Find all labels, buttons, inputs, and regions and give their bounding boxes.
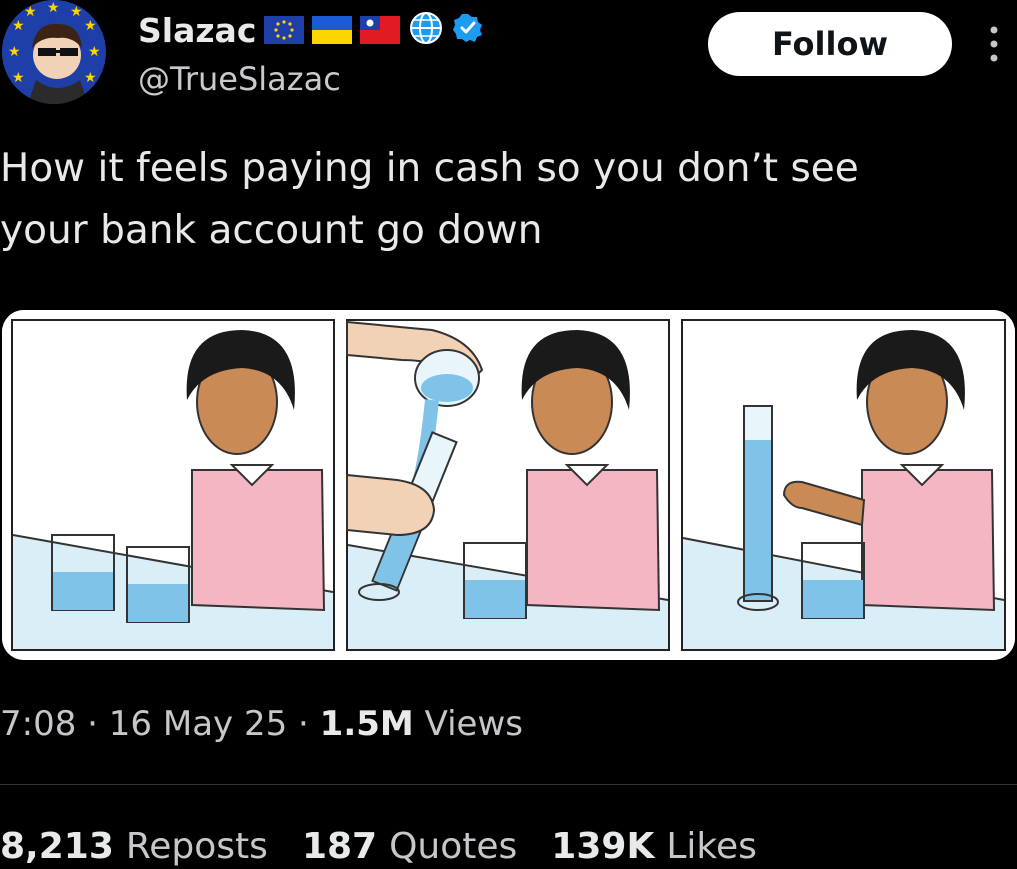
tweet-text: How it feels paying in cash so you don’t… — [0, 146, 859, 253]
quotes-stat[interactable]: 187 Quotes — [302, 826, 517, 867]
ukraine-flag-icon — [312, 16, 353, 44]
tweet-meta: 7:08 · 16 May 25 · 1.5M Views — [0, 704, 523, 744]
avatar-image: ★★ ★ ★★★ ★★ ★ — [2, 0, 106, 104]
engagement-stats: 8,213 Reposts 187 Quotes 139K Likes — [0, 826, 757, 867]
follow-button[interactable]: Follow — [708, 12, 952, 76]
author-name-row: Slazac — [138, 10, 484, 50]
svg-text:★: ★ — [12, 70, 25, 86]
svg-text:★: ★ — [84, 18, 97, 34]
views-count: 1.5M — [319, 704, 414, 744]
svg-text:★: ★ — [47, 0, 60, 16]
svg-text:★: ★ — [88, 44, 101, 60]
svg-text:★: ★ — [12, 18, 25, 34]
svg-text:★: ★ — [8, 44, 21, 60]
quotes-label: Quotes — [389, 826, 518, 867]
meta-separator: · — [287, 704, 320, 744]
tweet-date[interactable]: 16 May 25 — [109, 704, 287, 744]
comic-illustration — [2, 310, 1015, 660]
author-name[interactable]: Slazac — [138, 11, 256, 50]
likes-count: 139K — [551, 826, 655, 867]
author-handle[interactable]: @TrueSlazac — [138, 60, 341, 98]
more-options-icon[interactable] — [984, 22, 1004, 66]
taiwan-flag-icon — [360, 16, 401, 44]
tweet-time[interactable]: 7:08 — [0, 704, 76, 744]
likes-stat[interactable]: 139K Likes — [551, 826, 757, 867]
divider — [0, 784, 1017, 785]
reposts-count: 8,213 — [0, 826, 114, 867]
globe-icon — [408, 10, 444, 50]
eu-flag-icon — [264, 16, 305, 44]
reposts-label: Reposts — [125, 826, 268, 867]
views-label: Views — [424, 704, 523, 744]
svg-text:★: ★ — [84, 70, 97, 86]
svg-text:★: ★ — [70, 4, 83, 20]
tweet-image[interactable] — [2, 310, 1015, 660]
likes-label: Likes — [666, 826, 757, 867]
avatar[interactable]: ★ ★ ★ ★ ★ ★ ★ ★ ★ — [2, 0, 106, 104]
reposts-stat[interactable]: 8,213 Reposts — [0, 826, 268, 867]
comic-panel-2 — [346, 319, 670, 651]
verified-badge-icon[interactable] — [452, 12, 484, 48]
comic-panel-3 — [681, 319, 1006, 651]
meta-separator: · — [76, 704, 109, 744]
svg-text:★: ★ — [24, 4, 37, 20]
quotes-count: 187 — [301, 826, 378, 867]
comic-panel-1 — [11, 319, 335, 651]
